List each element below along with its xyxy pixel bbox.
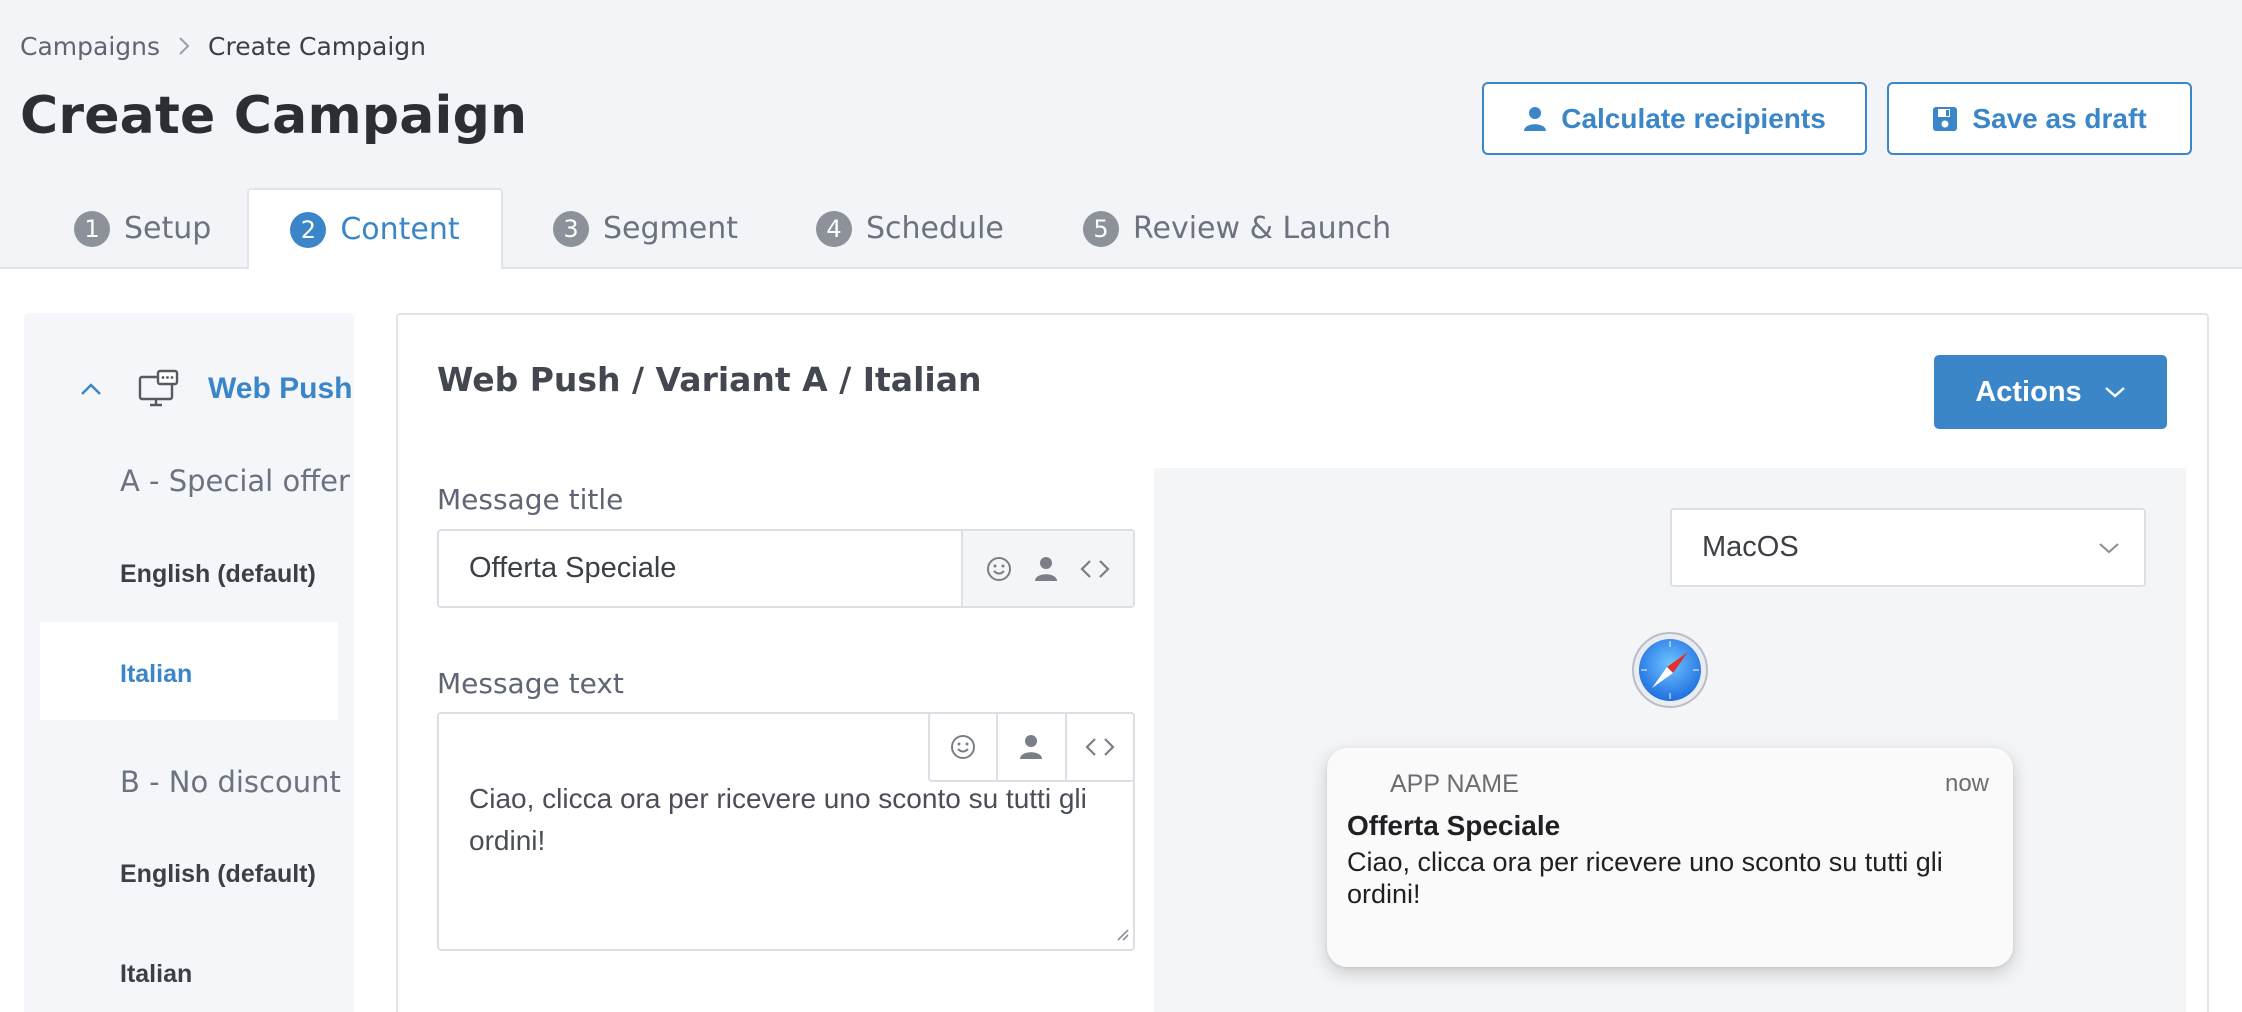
- sidebar-variant-b-italian[interactable]: Italian: [120, 960, 192, 989]
- chevron-down-icon: [2082, 385, 2126, 399]
- os-select-value: MacOS: [1702, 531, 1799, 563]
- tab-review-launch[interactable]: 5 Review & Launch: [1083, 188, 1391, 269]
- breadcrumb: Campaigns Create Campaign: [20, 28, 426, 64]
- chevron-right-icon: [178, 36, 190, 56]
- code-icon[interactable]: [1080, 558, 1110, 580]
- step-number: 1: [74, 210, 110, 247]
- tab-label: Review & Launch: [1133, 211, 1392, 246]
- text-input-tools: [928, 712, 1135, 782]
- notification-app-name: APP NAME: [1390, 770, 1519, 798]
- os-select[interactable]: MacOS: [1670, 508, 2146, 587]
- tab-content[interactable]: 2 Content: [247, 188, 503, 269]
- breadcrumb-campaigns-link[interactable]: Campaigns: [20, 32, 160, 61]
- step-number: 2: [290, 211, 327, 248]
- sidebar-variant-a-italian[interactable]: Italian: [120, 660, 192, 689]
- user-icon[interactable]: [1034, 556, 1058, 582]
- step-number: 5: [1083, 210, 1119, 247]
- message-title-value[interactable]: Offerta Speciale: [439, 552, 961, 585]
- page-title: Create Campaign: [20, 86, 528, 146]
- desktop-chat-icon: [138, 369, 180, 409]
- tab-schedule[interactable]: 4 Schedule: [816, 188, 1004, 269]
- message-text-label: Message text: [437, 667, 624, 700]
- user-icon: [1523, 106, 1561, 132]
- step-number: 4: [816, 210, 852, 247]
- notification-title: Offerta Speciale: [1347, 810, 1561, 841]
- save-draft-button[interactable]: Save as draft: [1887, 82, 2192, 155]
- tab-setup[interactable]: 1 Setup: [74, 188, 211, 269]
- resize-handle-icon[interactable]: [1113, 925, 1129, 945]
- actions-button[interactable]: Actions: [1934, 355, 2167, 429]
- emoji-icon[interactable]: [986, 556, 1012, 582]
- notification-body: Ciao, clicca ora per ricevere uno sconto…: [1347, 847, 1943, 909]
- calculate-recipients-button[interactable]: Calculate recipients: [1482, 82, 1867, 155]
- editor-path-title: Web Push / Variant A / Italian: [437, 360, 982, 399]
- code-icon[interactable]: [1067, 714, 1133, 780]
- chevron-down-icon: [2098, 541, 2120, 555]
- notification-card: APP NAME now Offerta Speciale Ciao, clic…: [1327, 748, 2013, 967]
- emoji-icon[interactable]: [930, 714, 999, 780]
- sidebar-variant-b[interactable]: B - No discount: [120, 765, 341, 799]
- breadcrumb-current: Create Campaign: [208, 31, 427, 61]
- sidebar-variant-a-english[interactable]: English (default): [120, 560, 316, 589]
- step-number: 3: [553, 210, 589, 247]
- message-title-input[interactable]: Offerta Speciale: [437, 529, 1135, 608]
- user-icon[interactable]: [998, 714, 1067, 780]
- tab-label: Segment: [603, 211, 738, 246]
- tab-label: Schedule: [866, 211, 1004, 246]
- save-draft-label: Save as draft: [1972, 102, 2147, 134]
- title-input-tools: [961, 531, 1133, 606]
- tab-label: Content: [340, 212, 460, 247]
- chevron-up-icon[interactable]: [80, 382, 102, 396]
- sidebar-channel-web-push[interactable]: Web Push: [80, 364, 352, 414]
- actions-label: Actions: [1975, 375, 2082, 408]
- message-title-label: Message title: [437, 483, 624, 516]
- safari-icon: [1630, 630, 1710, 714]
- message-text-value[interactable]: Ciao, clicca ora per ricevere uno sconto…: [469, 778, 1103, 862]
- floppy-disk-icon: [1932, 106, 1972, 132]
- sidebar-variant-b-english[interactable]: English (default): [120, 860, 316, 889]
- sidebar-channel-label: Web Push: [208, 372, 353, 405]
- notification-time: now: [1944, 770, 1989, 797]
- sidebar-variant-a[interactable]: A - Special offer: [120, 464, 350, 498]
- tab-label: Setup: [124, 211, 212, 246]
- tab-segment[interactable]: 3 Segment: [553, 188, 738, 269]
- calculate-recipients-label: Calculate recipients: [1561, 102, 1826, 134]
